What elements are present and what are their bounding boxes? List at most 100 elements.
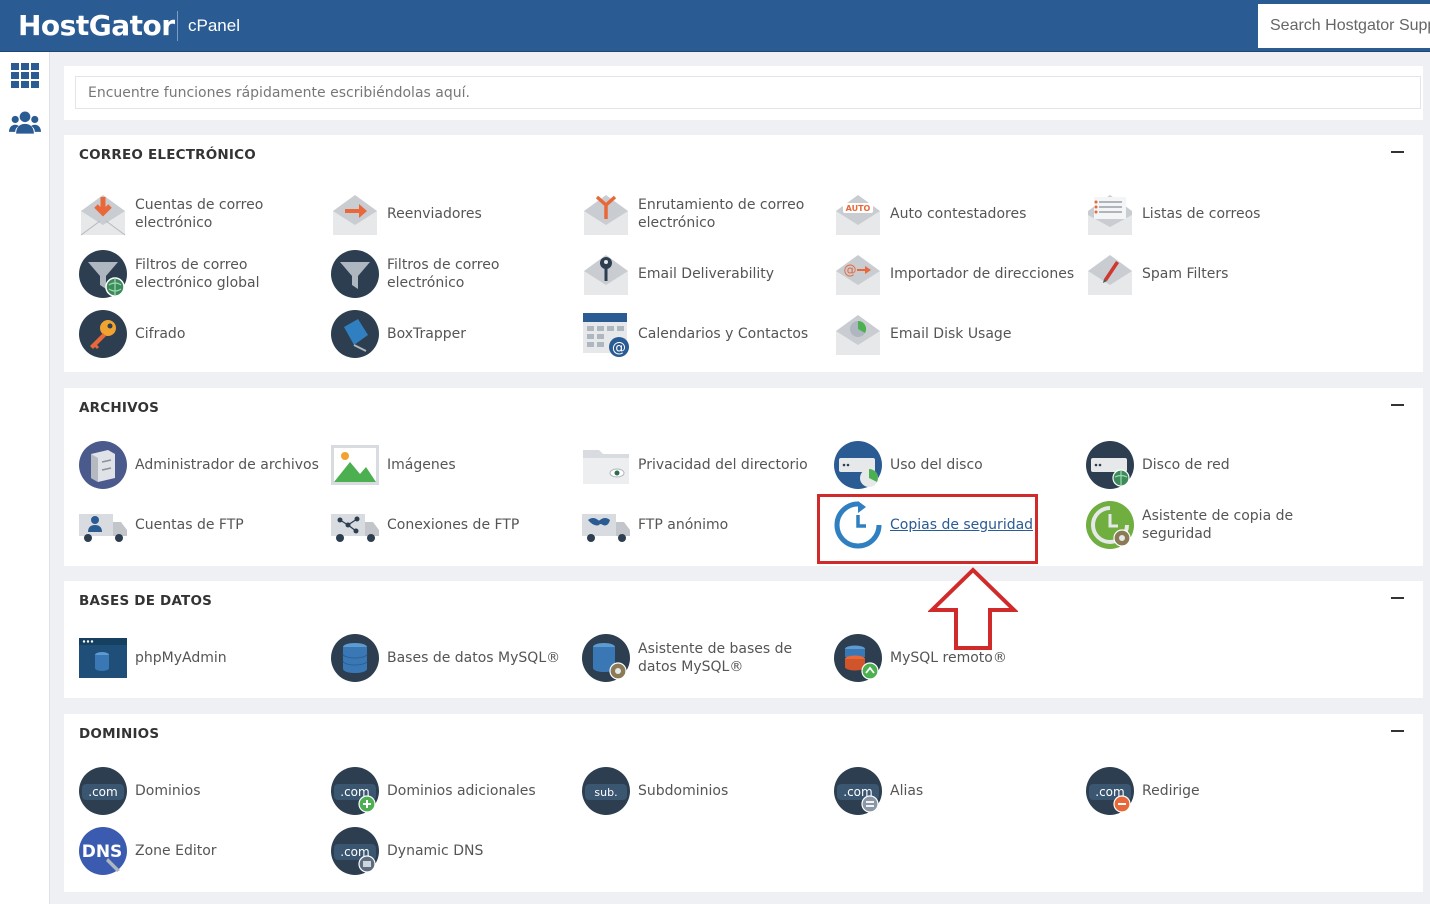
anonymous-ftp-item[interactable]: FTP anónimo xyxy=(581,499,823,551)
collapse-email-button[interactable] xyxy=(1391,151,1404,153)
spam-filters-item[interactable]: Spam Filters xyxy=(1085,248,1327,300)
email-routing-label: Enrutamiento de correo electrónico xyxy=(638,197,805,231)
ftp-accounts-label: Cuentas de FTP xyxy=(135,517,244,533)
calendar-at-icon: @ xyxy=(581,309,631,359)
subdomain-icon: sub. xyxy=(581,766,631,816)
subdomains-label: Subdominios xyxy=(638,783,729,799)
envelope-routing-icon xyxy=(581,189,631,239)
email-accounts-label: Cuentas de correo electrónico xyxy=(135,197,264,231)
backup-wizard-item[interactable]: Asistente de copia de seguridad xyxy=(1085,499,1327,551)
disk-pie-icon xyxy=(833,440,883,490)
backup-wizard-icon xyxy=(1085,500,1135,550)
database-icon xyxy=(330,633,380,683)
directory-privacy-item[interactable]: Privacidad del directorio xyxy=(581,439,823,491)
zone-editor-item[interactable]: DNS Zone Editor xyxy=(78,825,320,877)
calendars-contacts-item[interactable]: @ Calendarios y Contactos xyxy=(581,308,823,360)
com-badge: .com xyxy=(88,785,117,799)
side-rail xyxy=(0,52,50,904)
file-cabinet-icon xyxy=(78,440,128,490)
collapse-files-button[interactable] xyxy=(1391,404,1404,406)
network-disk-item[interactable]: Disco de red xyxy=(1085,439,1327,491)
boxtrapper-icon xyxy=(330,309,380,359)
domain-add-icon: .com xyxy=(330,766,380,816)
image-icon xyxy=(330,440,380,490)
phpmyadmin-icon xyxy=(78,633,128,683)
svg-text:@: @ xyxy=(612,340,626,356)
funnel-globe-icon xyxy=(78,249,128,299)
ftp-connections-label: Conexiones de FTP xyxy=(387,517,520,533)
ftp-connections-item[interactable]: Conexiones de FTP xyxy=(330,499,572,551)
images-item[interactable]: Imágenes xyxy=(330,439,572,491)
section-title-email: CORREO ELECTRÓNICO xyxy=(79,147,256,163)
aliases-item[interactable]: .com Alias xyxy=(833,765,1075,817)
directory-privacy-label: Privacidad del directorio xyxy=(638,457,808,473)
anonymous-ftp-label: FTP anónimo xyxy=(638,517,729,533)
envelope-forward-icon xyxy=(330,189,380,239)
panel-databases: BASES DE DATOS phpMyAdmin Bases de datos… xyxy=(64,581,1423,698)
section-title-databases: BASES DE DATOS xyxy=(79,593,213,609)
folder-eye-icon xyxy=(581,440,631,490)
encryption-label: Cifrado xyxy=(135,326,186,342)
mysql-wizard-label: Asistente de bases de datos MySQL® xyxy=(638,641,793,675)
collapse-domains-button[interactable] xyxy=(1391,730,1404,732)
domains-item[interactable]: .com Dominios xyxy=(78,765,320,817)
key-icon xyxy=(78,309,128,359)
ftp-accounts-item[interactable]: Cuentas de FTP xyxy=(78,499,320,551)
email-disk-usage-item[interactable]: Email Disk Usage xyxy=(833,308,1075,360)
images-label: Imágenes xyxy=(387,457,456,473)
quick-search-input[interactable] xyxy=(75,76,1421,109)
phpmyadmin-item[interactable]: phpMyAdmin xyxy=(78,632,320,684)
email-accounts-item[interactable]: Cuentas de correo electrónico xyxy=(78,188,320,240)
addon-domains-label: Dominios adicionales xyxy=(387,783,536,799)
address-importer-item[interactable]: @ Importador de direcciones xyxy=(833,248,1075,300)
quick-search-box xyxy=(64,66,1423,120)
database-wizard-icon xyxy=(581,633,631,683)
email-filters-item[interactable]: Filtros de correo electrónico xyxy=(330,248,572,300)
envelope-down-icon xyxy=(78,189,128,239)
autoresponders-label: Auto contestadores xyxy=(890,206,1027,222)
redirects-item[interactable]: .com Redirige xyxy=(1085,765,1327,817)
envelope-list-icon xyxy=(1085,189,1135,239)
email-deliverability-label: Email Deliverability xyxy=(638,266,775,282)
panel-email: CORREO ELECTRÓNICO Cuentas de correo ele… xyxy=(64,135,1423,372)
up-arrow-annotation xyxy=(928,567,1018,650)
section-title-domains: DOMINIOS xyxy=(79,726,160,742)
mailing-lists-item[interactable]: Listas de correos xyxy=(1085,188,1327,240)
dynamic-dns-item[interactable]: .com Dynamic DNS xyxy=(330,825,572,877)
boxtrapper-label: BoxTrapper xyxy=(387,326,466,342)
addon-domains-item[interactable]: .com Dominios adicionales xyxy=(330,765,572,817)
forwarders-item[interactable]: Reenviadores xyxy=(330,188,572,240)
dns-icon: DNS xyxy=(78,826,128,876)
dns-badge: DNS xyxy=(82,842,123,862)
boxtrapper-item[interactable]: BoxTrapper xyxy=(330,308,572,360)
aliases-label: Alias xyxy=(890,783,924,799)
brand-logo[interactable]: HostGator xyxy=(18,9,175,42)
support-search-input[interactable] xyxy=(1258,4,1430,48)
phpmyadmin-label: phpMyAdmin xyxy=(135,650,227,666)
grid-icon[interactable] xyxy=(9,60,41,90)
redirects-label: Redirige xyxy=(1142,783,1200,799)
dynamic-dns-label: Dynamic DNS xyxy=(387,843,484,859)
subdomains-item[interactable]: sub. Subdominios xyxy=(581,765,823,817)
encryption-item[interactable]: Cifrado xyxy=(78,308,320,360)
remote-database-icon xyxy=(833,633,883,683)
email-deliverability-item[interactable]: Email Deliverability xyxy=(581,248,823,300)
mysql-wizard-item[interactable]: Asistente de bases de datos MySQL® xyxy=(581,632,823,684)
domain-alias-icon: .com xyxy=(833,766,883,816)
envelope-pie-icon xyxy=(833,309,883,359)
panel-files: ARCHIVOS Administrador de archivos Imáge… xyxy=(64,388,1423,566)
ftp-truck-user-icon xyxy=(78,500,128,550)
product-name: cPanel xyxy=(188,16,240,35)
svg-text:@: @ xyxy=(844,263,857,278)
global-email-filters-item[interactable]: Filtros de correo electrónico global xyxy=(78,248,320,300)
ftp-truck-network-icon xyxy=(330,500,380,550)
autoresponders-item[interactable]: AUTO Auto contestadores xyxy=(833,188,1075,240)
email-routing-item[interactable]: Enrutamiento de correo electrónico xyxy=(581,188,823,240)
file-manager-item[interactable]: Administrador de archivos xyxy=(78,439,320,491)
disk-usage-item[interactable]: Uso del disco xyxy=(833,439,1075,491)
dynamic-dns-icon: .com xyxy=(330,826,380,876)
envelope-key-icon xyxy=(581,249,631,299)
collapse-databases-button[interactable] xyxy=(1391,597,1404,599)
mysql-databases-item[interactable]: Bases de datos MySQL® xyxy=(330,632,572,684)
users-icon[interactable] xyxy=(9,108,41,138)
